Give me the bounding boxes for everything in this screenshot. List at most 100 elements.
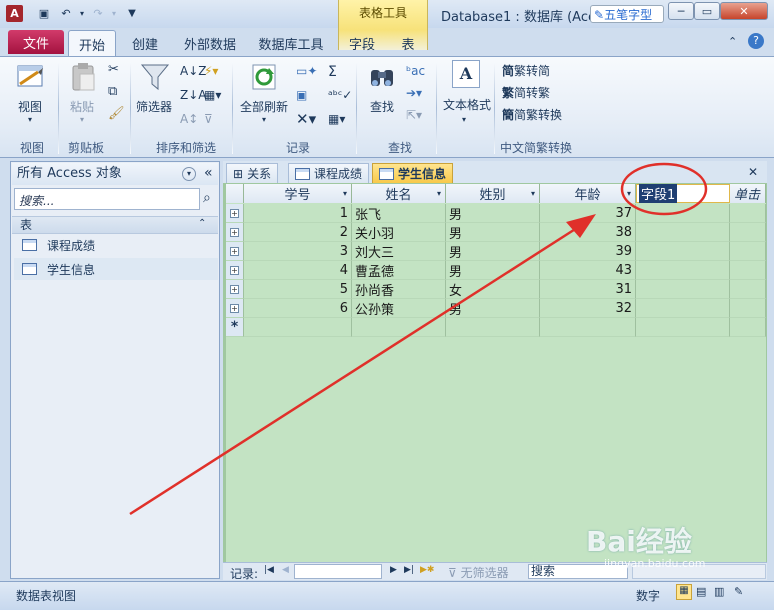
table-cell[interactable] <box>636 242 730 261</box>
row-selector[interactable]: * <box>226 318 244 337</box>
nav-search-input[interactable]: 搜索... <box>14 188 200 210</box>
column-dropdown-icon[interactable]: ▾ <box>627 189 631 198</box>
section-collapse-icon[interactable]: ⌃ <box>198 218 206 229</box>
trad-to-simp-button[interactable]: 简繁转简 <box>502 62 550 79</box>
column-dropdown-icon[interactable]: ▾ <box>437 189 441 198</box>
paste-icon[interactable] <box>70 62 98 92</box>
record-number-input[interactable] <box>294 564 382 579</box>
nav-menu-chevron-icon[interactable]: ▾ <box>182 167 196 181</box>
table-cell[interactable] <box>730 204 766 223</box>
row-selector[interactable]: + <box>226 223 244 242</box>
tab-external-data[interactable]: 外部数据 <box>180 32 240 54</box>
table-cell[interactable] <box>636 299 730 318</box>
table-cell[interactable] <box>730 318 766 337</box>
column-dropdown-icon[interactable]: ▾ <box>343 189 347 198</box>
simp-trad-convert-button[interactable]: 簡简繁转换 <box>502 106 562 123</box>
table-cell[interactable]: 39 <box>540 242 636 261</box>
simp-to-trad-button[interactable]: 繁简转繁 <box>502 84 550 101</box>
tab-file[interactable]: 文件 <box>8 30 64 54</box>
customize-qat-icon[interactable]: ▼ <box>124 5 140 21</box>
table-cell[interactable] <box>730 242 766 261</box>
row-selector[interactable]: + <box>226 299 244 318</box>
replace-icon[interactable]: ᵇac <box>406 64 425 78</box>
goto-icon[interactable]: ➔▾ <box>406 86 422 100</box>
view-button-label[interactable]: 视图 <box>18 98 42 115</box>
view-icon[interactable] <box>16 62 48 92</box>
save-record-icon[interactable]: ▣ <box>296 88 307 102</box>
spelling-icon[interactable]: ᵃᵇᶜ✓ <box>328 88 352 102</box>
access-app-icon[interactable]: A <box>6 5 23 22</box>
refresh-dropdown-icon[interactable]: ▾ <box>262 115 266 124</box>
ime-indicator[interactable]: ✎五笔字型 <box>590 5 664 23</box>
close-button[interactable]: ✕ <box>720 2 768 20</box>
table-cell[interactable]: 女 <box>446 280 540 299</box>
table-cell[interactable]: 关小羽 <box>352 223 446 242</box>
nav-section-tables[interactable]: 表 <box>12 216 218 234</box>
column-header-label-editing[interactable]: 字段1 <box>639 184 678 203</box>
tab-fields[interactable]: 字段 <box>344 32 380 54</box>
pivot-table-icon[interactable]: ▤ <box>696 585 706 598</box>
table-cell[interactable]: 张飞 <box>352 204 446 223</box>
table-cell[interactable]: 男 <box>446 242 540 261</box>
toggle-filter-icon[interactable]: ⊽ <box>204 112 213 126</box>
column-header-age[interactable]: 年龄 ▾ <box>540 184 636 203</box>
table-cell[interactable]: 男 <box>446 204 540 223</box>
close-document-icon[interactable]: ✕ <box>748 165 758 179</box>
collapse-pane-icon[interactable]: « <box>204 165 213 181</box>
new-record-icon[interactable]: ▭✦ <box>296 64 317 78</box>
expand-plus-icon[interactable]: + <box>230 227 239 237</box>
cut-icon[interactable]: ✂ <box>108 62 119 77</box>
table-cell[interactable]: 男 <box>446 223 540 242</box>
table-cell[interactable] <box>636 280 730 299</box>
next-record-icon[interactable]: ▶ <box>390 565 397 575</box>
no-filter-button[interactable]: ⊽ 无筛选器 <box>448 564 509 581</box>
totals-icon[interactable]: Σ <box>328 64 337 80</box>
table-cell[interactable]: 男 <box>446 299 540 318</box>
text-format-dropdown-icon[interactable]: ▾ <box>462 115 466 124</box>
table-cell[interactable]: 公孙策 <box>352 299 446 318</box>
doc-tab-relationships[interactable]: ⊞ 关系 <box>226 163 279 183</box>
maximize-button[interactable]: ▭ <box>694 2 720 20</box>
last-record-icon[interactable]: ▶| <box>404 565 414 575</box>
design-view-icon[interactable]: ✎ <box>734 585 743 598</box>
nav-item-student-info[interactable]: 学生信息 <box>14 258 218 280</box>
table-cell[interactable] <box>730 223 766 242</box>
row-selector[interactable]: + <box>226 242 244 261</box>
redo-dropdown-icon[interactable]: ▾ <box>106 5 122 21</box>
binoculars-icon[interactable] <box>368 62 398 92</box>
tab-create[interactable]: 创建 <box>124 32 166 54</box>
table-cell[interactable]: 43 <box>540 261 636 280</box>
table-cell[interactable]: 5 <box>244 280 352 299</box>
table-cell[interactable] <box>540 318 636 337</box>
table-cell[interactable]: 孙尚香 <box>352 280 446 299</box>
save-icon[interactable]: ▣ <box>36 5 52 21</box>
view-dropdown-icon[interactable]: ▾ <box>28 115 32 124</box>
table-cell[interactable] <box>244 318 352 337</box>
select-all-corner[interactable] <box>226 184 244 203</box>
prev-record-icon[interactable]: ◀ <box>282 565 289 575</box>
expand-plus-icon[interactable]: + <box>230 303 239 313</box>
table-cell[interactable]: 刘大三 <box>352 242 446 261</box>
undo-icon[interactable]: ↶ <box>58 5 74 21</box>
paste-dropdown-icon[interactable]: ▾ <box>80 115 84 124</box>
expand-plus-icon[interactable]: + <box>230 246 239 256</box>
table-cell[interactable] <box>636 204 730 223</box>
nav-item-course-scores[interactable]: 课程成绩 <box>14 234 218 256</box>
format-painter-icon[interactable]: 🖌 <box>108 106 125 121</box>
table-cell[interactable]: 31 <box>540 280 636 299</box>
table-cell[interactable] <box>446 318 540 337</box>
first-record-icon[interactable]: |◀ <box>264 565 274 575</box>
help-caret-icon[interactable]: ⌃ <box>728 35 737 48</box>
expand-plus-icon[interactable]: + <box>230 265 239 275</box>
tab-home[interactable]: 开始 <box>68 30 116 57</box>
doc-tab-student-info[interactable]: 学生信息 <box>372 163 454 183</box>
row-selector[interactable]: + <box>226 280 244 299</box>
table-cell[interactable]: 2 <box>244 223 352 242</box>
table-cell[interactable]: 37 <box>540 204 636 223</box>
filter-icon[interactable] <box>140 62 170 92</box>
tab-database-tools[interactable]: 数据库工具 <box>256 32 326 54</box>
column-header-click-to-add[interactable]: 单击 <box>730 184 766 203</box>
sort-ascending-icon[interactable]: A↓Z <box>180 64 206 78</box>
pivot-chart-icon[interactable]: ▥ <box>714 585 724 598</box>
table-cell[interactable] <box>636 223 730 242</box>
